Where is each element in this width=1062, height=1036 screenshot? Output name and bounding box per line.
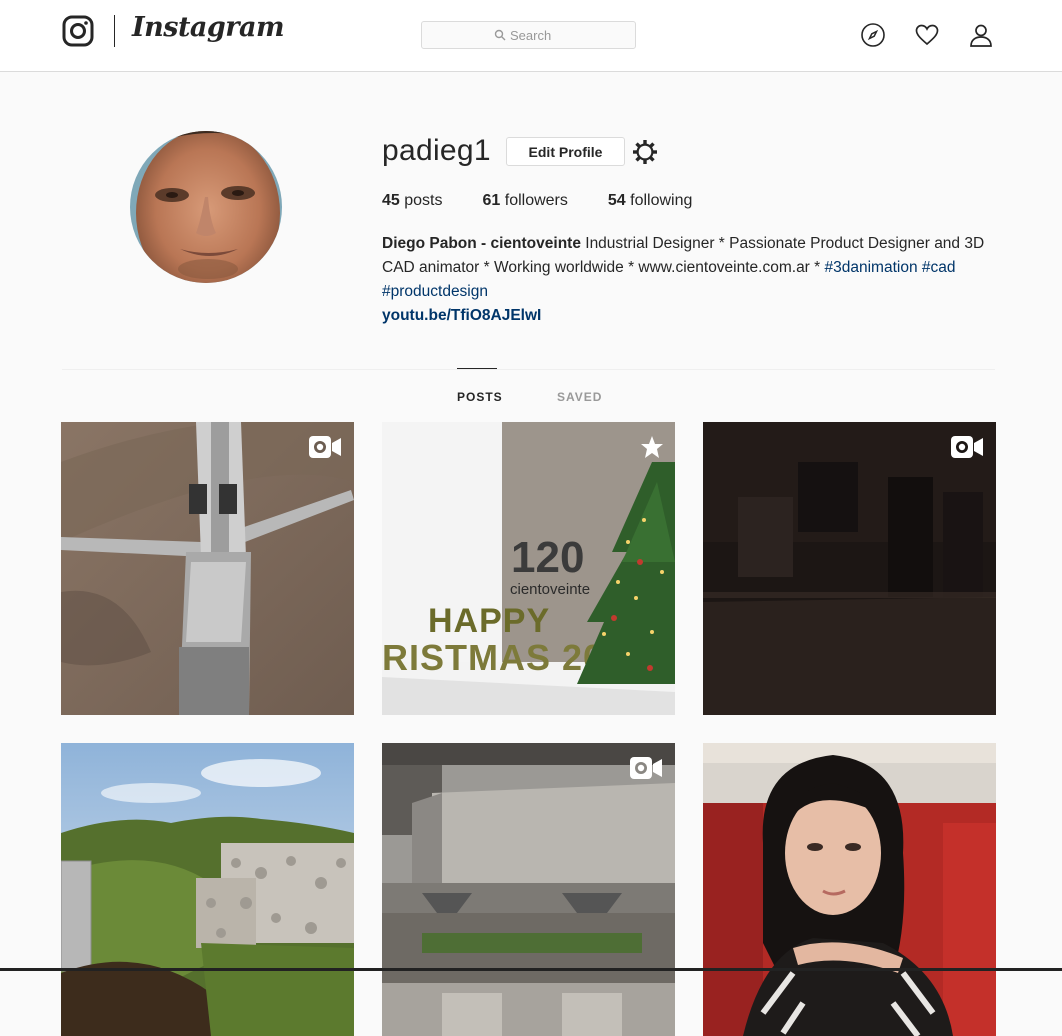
post-image	[61, 422, 354, 715]
hashtag-link[interactable]: #productdesign	[382, 283, 488, 300]
profile-full-name: Diego Pabon - cientoveinte	[382, 235, 581, 252]
profile-stats: 45 posts 61 followers 54 following	[382, 192, 692, 210]
post-image	[382, 743, 675, 1036]
video-icon	[630, 757, 662, 779]
edit-profile-button[interactable]: Edit Profile	[506, 137, 625, 166]
hashtag-link[interactable]: #3danimation	[825, 259, 918, 276]
post-thumbnail[interactable]	[703, 422, 996, 715]
post-thumbnail[interactable]	[703, 743, 996, 1036]
profile-username: padieg1	[382, 134, 491, 167]
profile-avatar[interactable]	[130, 131, 282, 283]
tab-posts[interactable]: POSTS	[457, 390, 503, 404]
post-thumbnail[interactable]	[61, 422, 354, 715]
top-navigation-bar: Instagram	[0, 0, 1062, 72]
instagram-wordmark[interactable]: Instagram	[132, 12, 285, 43]
profile-website-link[interactable]: youtu.be/TfiO8AJElwI	[382, 304, 1002, 328]
user-icon[interactable]	[968, 22, 994, 48]
video-icon	[309, 436, 341, 458]
post-image	[703, 743, 996, 1036]
hashtag-link[interactable]: #cad	[922, 259, 956, 276]
post-image	[61, 743, 354, 1036]
tab-saved[interactable]: SAVED	[557, 390, 602, 404]
post-thumbnail[interactable]	[382, 743, 675, 1036]
search-box[interactable]	[421, 21, 636, 49]
logo-divider	[114, 15, 115, 47]
gear-icon[interactable]	[632, 139, 658, 165]
star-icon	[641, 436, 663, 458]
posts-stat: 45 posts	[382, 192, 443, 209]
profile-bio: Diego Pabon - cientoveinte Industrial De…	[382, 232, 1002, 328]
post-image-text: cientoveinte	[510, 581, 590, 598]
search-icon	[494, 29, 506, 41]
search-input[interactable]	[510, 26, 630, 44]
post-thumbnail[interactable]: 120 cientoveinte HAPPY RISTMAS 201	[382, 422, 675, 715]
post-image: 120 cientoveinte HAPPY RISTMAS 201	[382, 422, 675, 715]
heart-icon[interactable]	[914, 22, 940, 48]
tabs-divider	[62, 369, 995, 370]
post-image-text: HAPPY	[428, 602, 550, 640]
followers-stat[interactable]: 61 followers	[483, 192, 568, 210]
compass-icon[interactable]	[860, 22, 886, 48]
post-thumbnail[interactable]	[61, 743, 354, 1036]
post-image	[703, 422, 996, 715]
following-stat[interactable]: 54 following	[608, 192, 693, 210]
active-tab-indicator	[457, 368, 497, 369]
post-image-text: 120	[511, 533, 584, 582]
instagram-glyph-icon[interactable]	[62, 15, 94, 47]
video-icon	[951, 436, 983, 458]
